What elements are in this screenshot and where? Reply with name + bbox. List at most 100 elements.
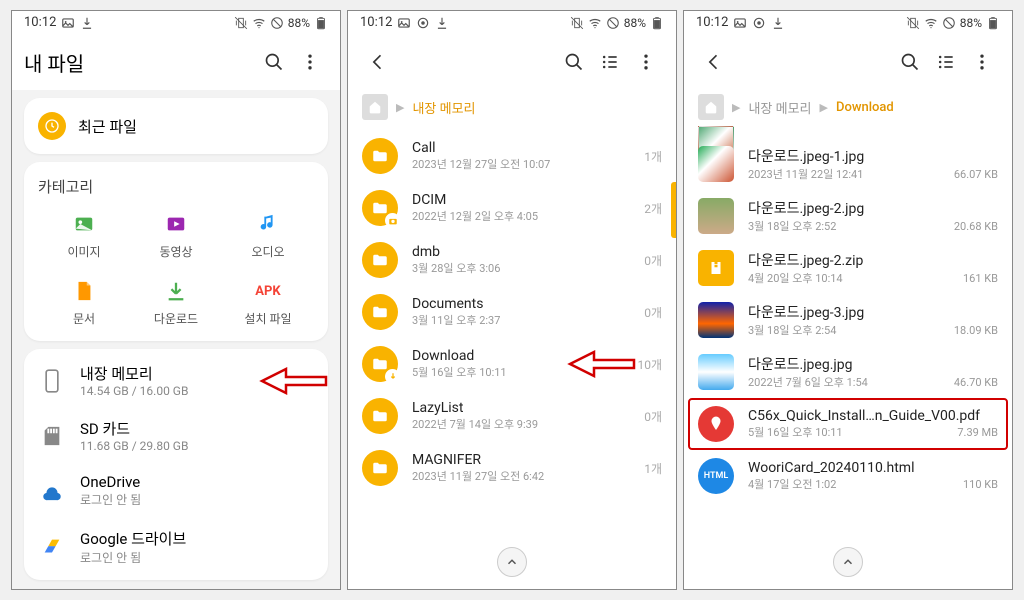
breadcrumb: ▶ 내장 메모리 [348,90,676,130]
scroll-top-button[interactable] [497,547,527,577]
back-button[interactable] [360,44,396,80]
file-row[interactable]: 다운로드.jpeg-3.jpg3월 18일 오후 2:5418.09 KB [684,294,1012,346]
file-date: 3월 18일 오후 2:52 [748,218,836,234]
more-button[interactable] [628,44,664,80]
storage-icon [38,480,66,502]
folder-row-DCIM[interactable]: DCIM2022년 12월 2일 오후 4:05 2개 [348,182,676,234]
file-name: 다운로드.jpeg-2.zip [748,250,998,270]
download-icon [771,16,785,30]
folder-row-Documents[interactable]: Documents3월 11일 오후 2:370개 [348,286,676,338]
folder-date: 2022년 7월 14일 오후 9:39 [412,416,630,432]
storage-row-3[interactable]: Google 드라이브로그인 안 됨 [24,518,328,576]
folder-date: 2023년 12월 27일 오전 10:07 [412,156,630,172]
folder-name: MAGNIFER [412,452,630,468]
folder-count: 2개 [644,200,662,217]
file-row[interactable]: 다운로드.jpeg-1.jpg2023년 11월 22일 12:4166.07 … [684,138,1012,190]
status-time: 10:12 [360,15,392,30]
scroll-indicator[interactable] [671,182,676,238]
file-name: WooriCard_20240110.html [748,460,998,476]
file-date: 2022년 7월 6일 오후 1:54 [748,374,868,390]
recent-files-card[interactable]: 최근 파일 [24,98,328,154]
status-bar: 10:12 88% [684,11,1012,34]
file-name: 다운로드.jpeg-1.jpg [748,146,998,166]
storage-icon [38,368,66,394]
home-crumb[interactable] [698,94,724,120]
home-icon [704,100,718,114]
folder-date: 3월 11일 오후 2:37 [412,312,630,328]
search-button[interactable] [256,44,292,80]
folder-row-MAGNIFER[interactable]: MAGNIFER2023년 11월 27일 오전 6:421개 [348,442,676,494]
status-battery: 88% [288,16,310,30]
crumb-current[interactable]: Download [836,100,894,115]
file-row[interactable]: C56x_Quick_Install…n_Guide_V00.pdf5월 16일… [684,398,1012,450]
chevron-right-icon: ▶ [820,101,828,114]
view-button[interactable] [592,44,628,80]
storage-row-0[interactable]: 내장 메모리14.54 GB / 16.00 GB [24,353,328,408]
category-icon [163,211,189,237]
back-button[interactable] [696,44,732,80]
folder-row-Download[interactable]: Download5월 16일 오후 10:1110개 [348,338,676,390]
file-date: 5월 16일 오후 10:11 [748,424,843,440]
search-icon [900,52,920,72]
file-row[interactable]: 다운로드.jpeg-2.jpg3월 18일 오후 2:5220.68 KB [684,190,1012,242]
folder-list: Call2023년 12월 27일 오전 10:071개DCIM2022년 12… [348,130,676,589]
status-time: 10:12 [24,15,56,30]
image-icon [397,16,411,30]
category-오디오[interactable]: 오디오 [222,211,314,260]
category-icon [71,211,97,237]
crumb-current[interactable]: 내장 메모리 [412,98,475,117]
chevron-up-icon [841,555,855,569]
view-button[interactable] [928,44,964,80]
red-arrow-icon [566,350,636,378]
circle-icon [752,16,766,30]
more-button[interactable] [964,44,1000,80]
vibrate-icon [570,16,584,30]
folder-name: DCIM [412,192,630,208]
more-button[interactable] [292,44,328,80]
pdf-icon [698,406,734,442]
category-icon [71,278,97,304]
back-icon [704,52,724,72]
scroll-top-button[interactable] [833,547,863,577]
category-label: 오디오 [251,243,284,260]
folder-icon [362,398,398,434]
folder-date: 2022년 12월 2일 오후 4:05 [412,208,630,224]
folder-date: 3월 28일 오후 3:06 [412,260,630,276]
folder-icon [362,242,398,278]
storage-row-2[interactable]: OneDrive로그인 안 됨 [24,463,328,518]
category-설치 파일[interactable]: APK설치 파일 [222,278,314,327]
back-icon [368,52,388,72]
image-thumb [698,302,734,338]
storage-name: SD 카드 [80,418,188,439]
category-문서[interactable]: 문서 [38,278,130,327]
folder-count: 0개 [644,304,662,321]
category-동영상[interactable]: 동영상 [130,211,222,260]
folder-row-LazyList[interactable]: LazyList2022년 7월 14일 오후 9:390개 [348,390,676,442]
crumb-parent[interactable]: 내장 메모리 [748,98,811,117]
category-이미지[interactable]: 이미지 [38,211,130,260]
file-row[interactable]: 다운로드.jpeg-2.zip4월 20일 오후 10:14161 KB [684,242,1012,294]
home-crumb[interactable] [362,94,388,120]
folder-row-dmb[interactable]: dmb3월 28일 오후 3:060개 [348,234,676,286]
app-bar [348,34,676,90]
folder-icon [362,190,398,226]
file-row[interactable]: 다운로드.jpeg.jpg2022년 7월 6일 오후 1:5446.70 KB [684,346,1012,398]
screen-my-files: 10:12 88% 내 파일 최근 파일 [11,10,341,590]
folder-count: 0개 [644,252,662,269]
home-icon [368,100,382,114]
storage-row-1[interactable]: SD 카드11.68 GB / 29.80 GB [24,408,328,463]
file-date: 3월 18일 오후 2:54 [748,322,836,338]
recent-files-label: 최근 파일 [78,116,137,137]
storage-name: OneDrive [80,473,141,491]
search-button[interactable] [556,44,592,80]
folder-row-Call[interactable]: Call2023년 12월 27일 오전 10:071개 [348,130,676,182]
app-bar: 내 파일 [12,34,340,90]
more-icon [636,52,656,72]
file-name: 다운로드.jpeg-3.jpg [748,302,998,322]
storage-name: 내장 메모리 [80,363,188,384]
file-row[interactable]: HTMLWooriCard_20240110.html4월 17일 오전 1:0… [684,450,1012,502]
search-button[interactable] [892,44,928,80]
chevron-right-icon: ▶ [396,101,404,114]
category-icon [255,211,281,237]
category-다운로드[interactable]: 다운로드 [130,278,222,327]
